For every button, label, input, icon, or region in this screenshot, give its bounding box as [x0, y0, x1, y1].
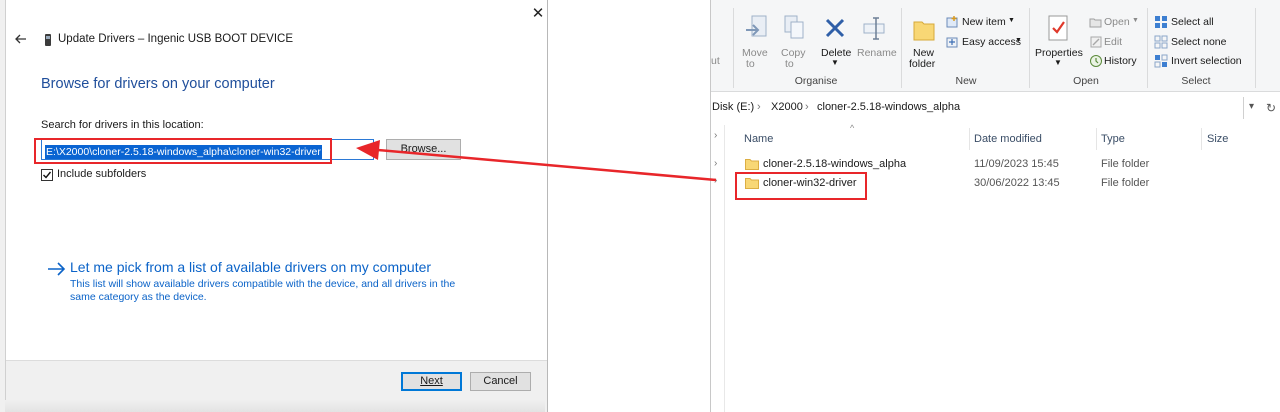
file-date: 11/09/2023 15:45 [974, 158, 1059, 170]
usb-device-icon [45, 34, 51, 46]
breadcrumb-x2000[interactable]: X2000 [771, 101, 803, 113]
column-separator[interactable] [969, 128, 970, 150]
refresh-icon[interactable]: ↻ [1266, 101, 1276, 115]
ribbon-separator [733, 8, 734, 88]
ribbon-separator [901, 8, 902, 88]
chevron-right-icon[interactable]: › [714, 130, 717, 141]
include-subfolders-label: Include subfolders [57, 168, 147, 180]
new-folder-label-line2: folder [909, 58, 936, 70]
invert-selection-icon [1154, 54, 1168, 68]
pick-driver-list-link[interactable]: Let me pick from a list of available dri… [70, 259, 431, 275]
highlight-box-folder [735, 172, 867, 200]
update-drivers-dialog: ✕ Update Drivers – Ingenic USB BOOT DEVI… [5, 0, 548, 412]
sort-ascending-icon: ^ [850, 123, 855, 133]
new-item-icon [946, 16, 958, 28]
column-header-size[interactable]: Size [1207, 133, 1228, 145]
select-all-icon [1155, 16, 1167, 28]
edit-button[interactable]: Edit [1104, 36, 1122, 48]
breadcrumb-disk-e[interactable]: Disk (E:) [712, 101, 754, 113]
checkmark-icon [43, 171, 52, 179]
chevron-down-icon: ▼ [831, 58, 839, 67]
open-group-label: Open [1073, 75, 1099, 87]
close-icon[interactable]: ✕ [528, 4, 548, 24]
move-to-label-line2: to [746, 58, 755, 70]
chevron-down-icon: ▼ [1008, 17, 1015, 24]
copy-to-label-line2: to [785, 58, 794, 70]
chevron-down-icon: ▼ [1132, 17, 1139, 24]
column-header-name[interactable]: Name [744, 133, 773, 145]
pick-driver-description: This list will show available drivers co… [70, 278, 456, 303]
breadcrumb-separator: › [757, 101, 761, 113]
organise-group-label: Organise [794, 75, 838, 87]
address-dropdown-icon[interactable]: ▾ [1249, 101, 1254, 112]
ribbon-separator [1255, 8, 1256, 88]
cancel-button[interactable]: Cancel [470, 372, 531, 391]
cut-label[interactable]: ut [711, 55, 720, 67]
easy-access-button[interactable]: Easy access [962, 36, 1021, 48]
highlight-box-path [34, 138, 332, 164]
navigation-pane: › › › [711, 125, 725, 412]
screenshot-stage: ✕ Update Drivers – Ingenic USB BOOT DEVI… [0, 0, 1280, 412]
rename-icon[interactable] [861, 14, 887, 44]
history-icon [1090, 55, 1102, 67]
invert-selection-button[interactable]: Invert selection [1171, 55, 1242, 67]
open-icon [1089, 18, 1102, 28]
column-separator[interactable] [1096, 128, 1097, 150]
breadcrumb-separator: › [805, 101, 809, 113]
back-arrow-icon[interactable] [14, 32, 28, 46]
history-button[interactable]: History [1104, 55, 1137, 67]
dialog-bottom-edge [5, 400, 545, 412]
edit-icon [1090, 36, 1102, 48]
delete-icon[interactable] [823, 16, 847, 40]
select-group-label: Select [1181, 75, 1211, 87]
ribbon-separator [1147, 8, 1148, 88]
open-button[interactable]: Open [1104, 16, 1130, 28]
column-separator[interactable] [1201, 128, 1202, 150]
select-none-button[interactable]: Select none [1171, 36, 1226, 48]
new-group-label: New [955, 75, 977, 87]
file-type: File folder [1101, 158, 1150, 170]
search-location-label: Search for drivers in this location: [41, 119, 204, 131]
column-header-type[interactable]: Type [1101, 133, 1125, 145]
copy-to-icon[interactable] [781, 14, 807, 44]
easy-access-icon [946, 37, 958, 48]
ribbon: ut Move to Copy to Delete ▼ Rename Organ… [711, 0, 1280, 92]
chevron-down-icon: ▼ [1015, 37, 1022, 44]
folder-icon [745, 159, 759, 170]
desktop-gap [548, 0, 710, 412]
breadcrumb-cloner-folder[interactable]: cloner-2.5.18-windows_alpha [817, 101, 960, 113]
chevron-right-icon[interactable]: › [714, 158, 717, 169]
rename-label: Rename [857, 47, 897, 59]
new-folder-icon[interactable] [911, 14, 937, 44]
file-type: File folder [1101, 177, 1150, 189]
move-to-icon[interactable] [744, 14, 770, 44]
arrow-right-icon [48, 262, 66, 276]
dialog-heading: Browse for drivers on your computer [41, 76, 275, 92]
properties-icon[interactable] [1045, 14, 1071, 44]
new-item-button[interactable]: New item [962, 16, 1006, 28]
next-button[interactable]: Next [401, 372, 462, 391]
ribbon-separator [1029, 8, 1030, 88]
chevron-right-icon[interactable]: › [714, 175, 717, 186]
browse-button[interactable]: Browse... [386, 139, 461, 160]
file-date: 30/06/2022 13:45 [974, 177, 1060, 189]
file-explorer-window: ut Move to Copy to Delete ▼ Rename Organ… [710, 0, 1280, 412]
column-header-date[interactable]: Date modified [974, 133, 1042, 145]
include-subfolders-checkbox[interactable] [41, 169, 53, 181]
select-all-button[interactable]: Select all [1171, 16, 1214, 28]
dialog-title: Update Drivers – Ingenic USB BOOT DEVICE [58, 33, 293, 45]
select-none-icon [1154, 35, 1168, 49]
chevron-down-icon: ▼ [1054, 58, 1062, 67]
file-name: cloner-2.5.18-windows_alpha [763, 158, 907, 170]
